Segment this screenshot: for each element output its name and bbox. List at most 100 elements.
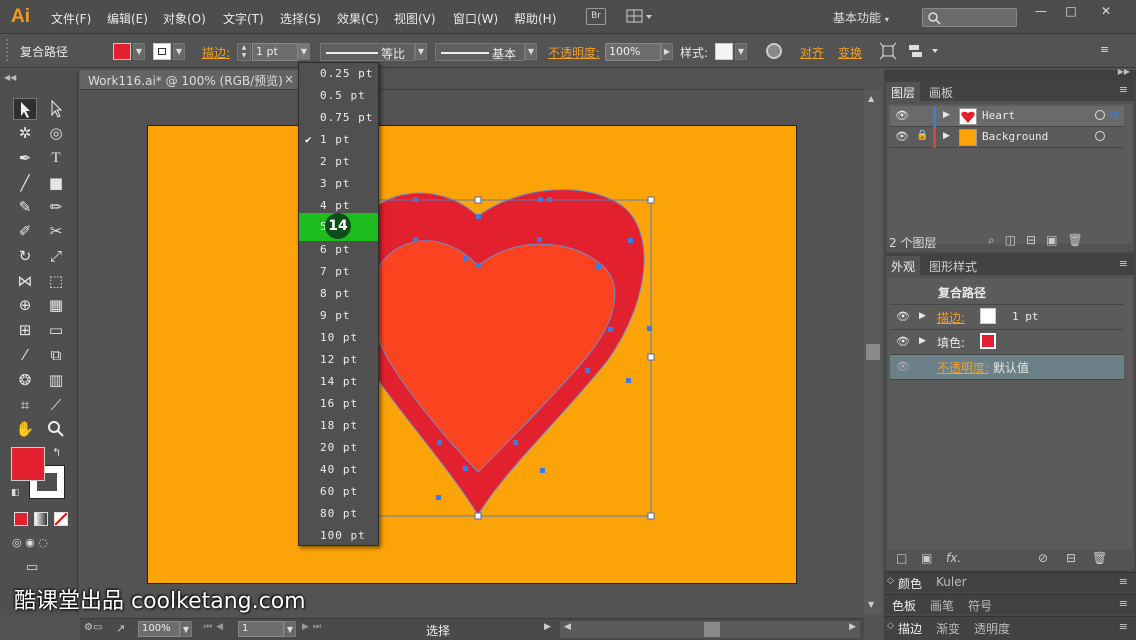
option-label: 16 pt <box>320 397 359 410</box>
zoom-input[interactable]: 100% <box>138 621 180 637</box>
option-label: 6 pt <box>320 243 351 256</box>
fx-icon[interactable]: fx. <box>946 551 961 565</box>
artboard-dropdown[interactable]: ▼ <box>284 621 296 637</box>
visibility-eye-icon[interactable]: 👁 <box>896 335 910 348</box>
tab-appearance[interactable]: 外观 <box>886 256 921 275</box>
stroke-option-14[interactable]: 14 pt <box>299 371 378 393</box>
horizontal-scrollbar[interactable]: ◀ ▶ <box>560 621 860 638</box>
heart-thumb-icon <box>959 108 977 125</box>
expand-arrow-icon[interactable]: ▶ <box>919 311 926 321</box>
visibility-eye-icon[interactable]: 👁 <box>895 130 909 143</box>
fill-attr-label: 填色: <box>937 336 966 350</box>
expand-arrow-icon[interactable]: ▶ <box>919 336 926 346</box>
panel-menu-icon[interactable]: ≡ <box>1119 257 1128 270</box>
delete-item-icon[interactable]: 🗑 <box>1092 551 1107 565</box>
stroke-option-12[interactable]: 12 pt <box>299 349 378 371</box>
vertical-scrollbar[interactable]: ▲ ▼ <box>864 90 882 615</box>
stroke-option-9[interactable]: 9 pt <box>299 305 378 327</box>
tab-gradient[interactable]: 渐变 <box>936 620 960 637</box>
option-label: 100 pt <box>320 529 366 542</box>
stroke-attr-swatch[interactable] <box>980 308 996 324</box>
stroke-option-0-5[interactable]: 0.5 pt <box>299 85 378 107</box>
layer-name: Heart <box>982 109 1016 122</box>
artboard-nav-next[interactable]: ▶⏭ <box>302 622 325 632</box>
stroke-option-2[interactable]: 2 pt <box>299 151 378 173</box>
selection-square-icon[interactable] <box>1110 111 1117 118</box>
layer-footer-icons[interactable]: ⌕◫⊟▣🗑 <box>988 233 1093 248</box>
stroke-option-40[interactable]: 40 pt <box>299 459 378 481</box>
duplicate-item-icon[interactable]: ⊟ <box>1066 551 1076 565</box>
stroke-option-80[interactable]: 80 pt <box>299 503 378 525</box>
stroke-option-60[interactable]: 60 pt <box>299 481 378 503</box>
add-stroke-icon[interactable]: □ <box>896 551 907 565</box>
artboard-index-input[interactable]: 1 <box>238 621 284 637</box>
tab-symbols[interactable]: 符号 <box>968 597 992 614</box>
zoom-dropdown[interactable]: ▼ <box>180 621 192 637</box>
expand-arrow-icon[interactable]: ▶ <box>943 110 950 120</box>
scroll-thumb[interactable] <box>866 344 880 360</box>
target-circle-icon[interactable] <box>1095 110 1105 120</box>
stroke-option-18[interactable]: 18 pt <box>299 415 378 437</box>
fill-attr-swatch[interactable] <box>980 333 996 349</box>
appearance-fill-row[interactable]: 👁 ▶ 填色: <box>890 330 1124 355</box>
add-fill-icon[interactable]: ▣ <box>921 551 932 565</box>
stroke-option-7[interactable]: 7 pt <box>299 261 378 283</box>
opacity-attr-link[interactable]: 不透明度: <box>937 359 989 376</box>
tab-transparency[interactable]: 透明度 <box>974 620 1010 637</box>
stroke-option-8[interactable]: 8 pt <box>299 283 378 305</box>
expand-icon[interactable]: ◇ <box>887 621 894 631</box>
stroke-option-0-75[interactable]: 0.75 pt <box>299 107 378 129</box>
dock-header: ▶▶ <box>884 67 1136 80</box>
option-label: 14 pt <box>320 375 359 388</box>
stroke-attr-value: 1 pt <box>1012 310 1039 323</box>
panel-menu-icon[interactable]: ≡ <box>1119 620 1128 633</box>
layer-row-background[interactable]: 👁 🔒 ▶ Background <box>890 127 1124 148</box>
option-label: 40 pt <box>320 463 359 476</box>
watermark: 酷课堂出品 coolketang.com <box>14 589 306 614</box>
target-circle-icon[interactable] <box>1095 131 1105 141</box>
visibility-eye-icon[interactable]: 👁 <box>895 109 909 122</box>
tab-color[interactable]: 颜色 <box>898 575 922 592</box>
clear-appearance-icon[interactable]: ⊘ <box>1038 551 1048 565</box>
checkmark-icon: ✔ <box>305 133 313 146</box>
lock-icon[interactable]: 🔒 <box>916 130 928 141</box>
panel-menu-icon[interactable]: ≡ <box>1119 597 1128 610</box>
appearance-header-row: 复合路径 <box>890 280 1124 305</box>
tab-layers[interactable]: 图层 <box>886 82 921 101</box>
layer-row-heart[interactable]: 👁 ▶ Heart <box>890 106 1124 127</box>
panel-menu-icon[interactable]: ≡ <box>1119 575 1128 588</box>
appearance-footer: □ ▣ fx. ⊘ ⊟ 🗑 <box>888 549 1132 569</box>
tab-kuler[interactable]: Kuler <box>936 575 967 589</box>
share-icon[interactable]: ↗ <box>116 622 125 635</box>
stroke-option-20[interactable]: 20 pt <box>299 437 378 459</box>
expand-dock-icon[interactable]: ▶▶ <box>1118 67 1130 76</box>
stroke-attr-link[interactable]: 描边: <box>937 309 965 326</box>
stroke-option-16[interactable]: 16 pt <box>299 393 378 415</box>
option-label: 18 pt <box>320 419 359 432</box>
stroke-option-6[interactable]: 6 pt <box>299 239 378 261</box>
tab-stroke[interactable]: 描边 <box>898 620 922 637</box>
appearance-opacity-row[interactable]: 👁 不透明度: 默认值 <box>890 355 1124 380</box>
option-label: 1 pt <box>320 133 351 146</box>
layer-name: Background <box>982 130 1049 143</box>
panel-menu-icon[interactable]: ≡ <box>1119 83 1128 96</box>
appearance-stroke-row[interactable]: 👁 ▶ 描边: 1 pt <box>890 305 1124 330</box>
stroke-option-1[interactable]: ✔ 1 pt <box>299 129 378 151</box>
stroke-option-100[interactable]: 100 pt <box>299 525 378 547</box>
stroke-option-0-25[interactable]: 0.25 pt <box>299 63 378 85</box>
stroke-panel-group: ◇ 描边 渐变 透明度 ≡ <box>884 616 1136 640</box>
visibility-eye-icon[interactable]: 👁 <box>896 360 910 373</box>
tab-graphic-styles[interactable]: 图形样式 <box>924 256 982 275</box>
expand-arrow-icon[interactable]: ▶ <box>943 131 950 141</box>
tab-swatches[interactable]: 色板 <box>892 597 916 614</box>
status-menu-arrow[interactable]: ▶ <box>544 622 551 632</box>
option-label: 7 pt <box>320 265 351 278</box>
artboard-nav-prev[interactable]: ⏮◀ <box>204 622 227 632</box>
stroke-option-3[interactable]: 3 pt <box>299 173 378 195</box>
stroke-option-10[interactable]: 10 pt <box>299 327 378 349</box>
visibility-eye-icon[interactable]: 👁 <box>896 310 910 323</box>
h-scroll-thumb[interactable] <box>704 622 720 637</box>
tab-artboards[interactable]: 画板 <box>924 82 958 101</box>
tab-brushes[interactable]: 画笔 <box>930 597 954 614</box>
expand-icon[interactable]: ◇ <box>887 576 894 586</box>
